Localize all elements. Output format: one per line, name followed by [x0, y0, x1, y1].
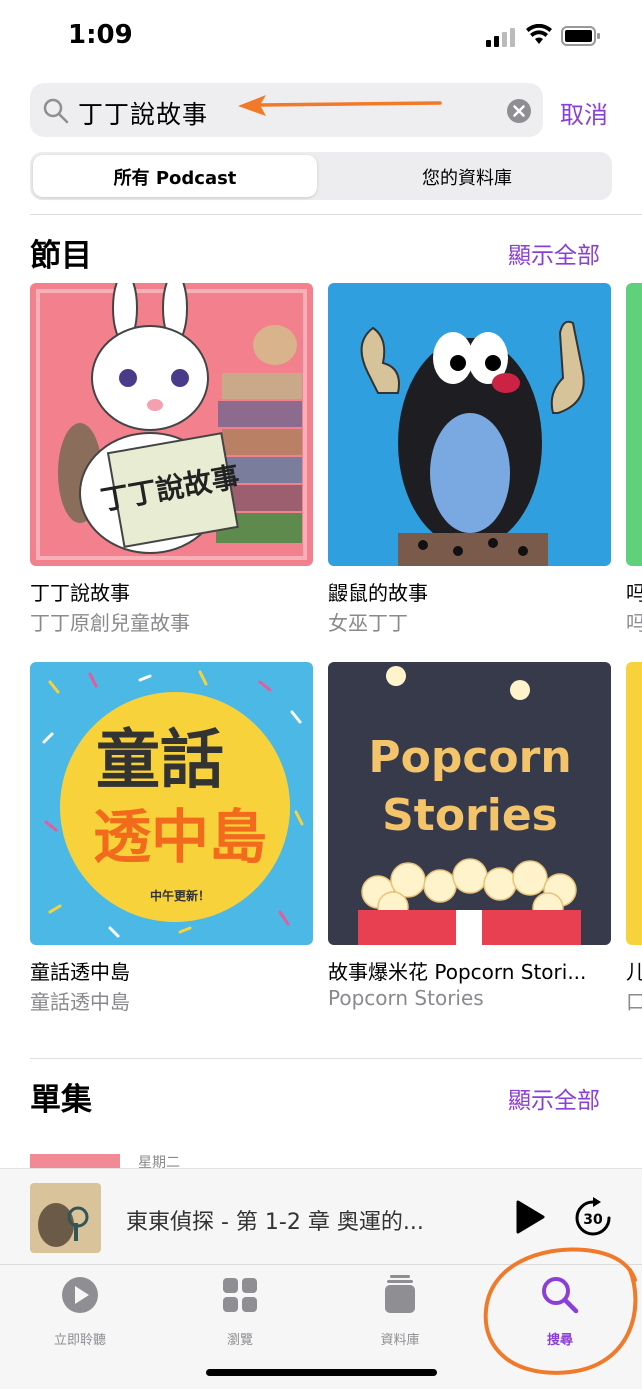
show-art-tag: 中午更新！ [150, 888, 210, 903]
shows-see-all-link[interactable]: 顯示全部 [508, 236, 600, 270]
divider [30, 1058, 642, 1059]
show-card-partial-1[interactable]: 吗 吗 [626, 283, 642, 633]
mini-player-artwork [30, 1183, 101, 1253]
show-art-text-1: 童話 [96, 724, 224, 798]
show-title: 丁丁說故事 [30, 581, 130, 605]
annotation-circle-icon [483, 1247, 638, 1375]
show-artwork-mole [328, 283, 611, 566]
show-art-text-1: Popcorn [368, 732, 571, 783]
show-artwork-dingding: 丁丁說故事 [30, 283, 313, 566]
show-artwork-partial-1 [626, 283, 642, 566]
cancel-button[interactable]: 取消 [560, 95, 608, 130]
status-time: 1:09 [68, 20, 133, 50]
show-card-popcorn-stories[interactable]: Popcorn Stories 故事爆米花 Popcorn Stori... P… [328, 662, 611, 1012]
episodes-see-all-link[interactable]: 顯示全部 [508, 1081, 600, 1115]
cellular-signal-icon [486, 28, 515, 47]
tab-browse[interactable]: 瀏覽 [160, 1275, 320, 1355]
now-playing-title: 東東偵探 - 第 1-2 章 奧運的... [126, 1210, 424, 1235]
episodes-section-title: 單集 [30, 1082, 92, 1118]
show-author: 吗 [626, 611, 642, 633]
home-indicator [206, 1369, 437, 1376]
annotation-arrow-icon [238, 95, 442, 116]
show-author: Popcorn Stories [328, 986, 484, 1010]
show-card-dingding[interactable]: 丁丁說故事 丁丁說故事 丁丁原創兒童故事 [30, 283, 313, 635]
status-bar: 1:09 [0, 0, 642, 70]
show-title: 鼹鼠的故事 [328, 581, 428, 605]
search-icon [43, 98, 69, 124]
show-author: 童話透中島 [30, 990, 130, 1014]
show-artwork-partial-2 [626, 662, 642, 945]
show-artwork-popcorn-stories: Popcorn Stories [328, 662, 611, 945]
show-artwork-fairytale-island: 童話 透中島 中午更新！ [30, 662, 313, 945]
tab-label: 瀏覽 [226, 1333, 253, 1348]
episode-list-item[interactable]: 星期二 [30, 1150, 642, 1170]
battery-icon [561, 26, 600, 46]
wifi-icon [526, 24, 552, 44]
show-author: 口 [626, 990, 642, 1012]
scope-segmented-control: 所有 Podcast 您的資料庫 [30, 152, 612, 200]
tab-library[interactable]: 資料庫 [320, 1275, 480, 1355]
skip-forward-30-icon[interactable]: 30 [574, 1197, 612, 1237]
clear-search-icon[interactable] [507, 99, 531, 123]
show-card-mole[interactable]: 鼹鼠的故事 女巫丁丁 [328, 283, 611, 635]
show-author: 丁丁原創兒童故事 [30, 611, 190, 635]
show-art-text-2: Stories [382, 790, 558, 841]
library-stack-icon [385, 1275, 415, 1313]
show-title: 童話透中島 [30, 960, 130, 984]
play-circle-icon [62, 1277, 98, 1313]
divider [30, 214, 642, 215]
show-author: 女巫丁丁 [328, 611, 408, 635]
show-art-text-2: 透中島 [93, 803, 267, 871]
tab-listen-now[interactable]: 立即聆聽 [0, 1275, 160, 1355]
search-row: 丁丁說故事 取消 [30, 83, 630, 137]
show-title: 故事爆米花 Popcorn Stori... [328, 960, 587, 984]
tab-label: 資料庫 [380, 1333, 420, 1348]
grid-icon [223, 1278, 257, 1312]
shows-section-title: 節目 [30, 238, 92, 274]
tab-label: 立即聆聽 [53, 1333, 106, 1348]
show-title: 儿 [626, 960, 642, 984]
play-icon[interactable] [514, 1199, 546, 1235]
search-input[interactable]: 丁丁說故事 [30, 83, 543, 137]
show-title: 吗 [626, 581, 642, 605]
search-query-text: 丁丁說故事 [78, 100, 209, 129]
segment-your-library[interactable]: 您的資料庫 [325, 164, 609, 190]
skip-label: 30 [583, 1212, 603, 1228]
show-card-partial-2[interactable]: 儿 口 [626, 662, 642, 1012]
segment-all-podcasts[interactable]: 所有 Podcast [33, 164, 317, 190]
show-card-fairytale-island[interactable]: 童話 透中島 中午更新！ 童話透中島 童話透中島 [30, 662, 313, 1014]
